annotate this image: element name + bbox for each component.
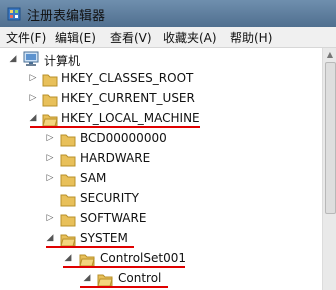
tree-label: ControlSet001 xyxy=(100,251,186,265)
highlight-underline xyxy=(63,266,185,268)
folder-open-icon xyxy=(42,114,58,127)
menu-bar: 文件(F) 编辑(E) 查看(V) 收藏夹(A) 帮助(H) xyxy=(0,27,336,48)
folder-icon xyxy=(60,194,76,207)
expand-icon[interactable]: ▷ xyxy=(45,212,55,224)
tree-label: SAM xyxy=(80,171,107,185)
collapse-icon[interactable]: ◢ xyxy=(28,112,38,124)
expand-icon[interactable]: ▷ xyxy=(45,132,55,144)
folder-icon xyxy=(42,74,58,87)
computer-icon xyxy=(23,51,39,66)
folder-icon xyxy=(60,134,76,147)
highlight-underline xyxy=(46,246,134,248)
regedit-app-icon xyxy=(7,7,21,21)
folder-open-icon xyxy=(79,254,95,267)
tree-item-hkey-current-user[interactable]: ▷ HKEY_CURRENT_USER xyxy=(0,89,220,109)
tree-item-security[interactable]: SECURITY xyxy=(0,189,220,209)
window-title: 注册表编辑器 xyxy=(27,9,106,24)
expand-icon[interactable]: ▷ xyxy=(45,172,55,184)
scroll-up-arrow-icon[interactable]: ▲ xyxy=(325,50,335,59)
tree-label: Control xyxy=(118,271,162,285)
tree-item-sam[interactable]: ▷ SAM xyxy=(0,169,220,189)
menu-view[interactable]: 查看(V) xyxy=(110,29,152,46)
tree-label: HKEY_CURRENT_USER xyxy=(61,91,195,105)
folder-icon xyxy=(60,214,76,227)
tree-label: HKEY_CLASSES_ROOT xyxy=(61,71,194,85)
collapse-icon[interactable]: ◢ xyxy=(63,252,73,264)
folder-icon xyxy=(60,154,76,167)
tree-label-computer: 计算机 xyxy=(44,54,81,68)
scroll-thumb[interactable] xyxy=(325,62,336,214)
folder-icon xyxy=(60,174,76,187)
collapse-icon[interactable]: ◢ xyxy=(82,272,92,284)
tree-label: SOFTWARE xyxy=(80,211,147,225)
expand-icon[interactable]: ▷ xyxy=(45,152,55,164)
tree-label: HARDWARE xyxy=(80,151,151,165)
tree-item-bcd[interactable]: ▷ BCD00000000 xyxy=(0,129,220,149)
folder-icon xyxy=(42,94,58,107)
highlight-underline xyxy=(80,286,168,288)
menu-file[interactable]: 文件(F) xyxy=(6,29,46,46)
title-bar: 注册表编辑器 xyxy=(0,0,336,27)
tree-label: BCD00000000 xyxy=(80,131,167,145)
menu-favorites[interactable]: 收藏夹(A) xyxy=(163,29,217,46)
tree-label: SYSTEM xyxy=(80,231,128,245)
tree-item-computer[interactable]: ◢ 计算机 xyxy=(0,50,200,70)
menu-edit[interactable]: 编辑(E) xyxy=(55,29,96,46)
vertical-scrollbar[interactable]: ▲ xyxy=(322,48,336,290)
registry-tree[interactable]: ◢ 计算机 ▷ HKEY_CLASSES_ROOT ▷ HKEY_CURRENT… xyxy=(0,48,322,290)
expand-icon[interactable]: ▷ xyxy=(28,92,38,104)
tree-item-software[interactable]: ▷ SOFTWARE xyxy=(0,209,220,229)
highlight-underline xyxy=(30,126,200,128)
tree-label: SECURITY xyxy=(80,191,139,205)
folder-open-icon xyxy=(60,234,76,247)
folder-open-icon xyxy=(97,274,113,287)
expand-icon[interactable]: ▷ xyxy=(28,72,38,84)
collapse-icon[interactable]: ◢ xyxy=(45,232,55,244)
collapse-icon[interactable]: ◢ xyxy=(8,53,18,65)
tree-item-hardware[interactable]: ▷ HARDWARE xyxy=(0,149,220,169)
tree-label: HKEY_LOCAL_MACHINE xyxy=(61,111,200,125)
tree-item-hkey-classes-root[interactable]: ▷ HKEY_CLASSES_ROOT xyxy=(0,69,220,89)
menu-help[interactable]: 帮助(H) xyxy=(230,29,272,46)
